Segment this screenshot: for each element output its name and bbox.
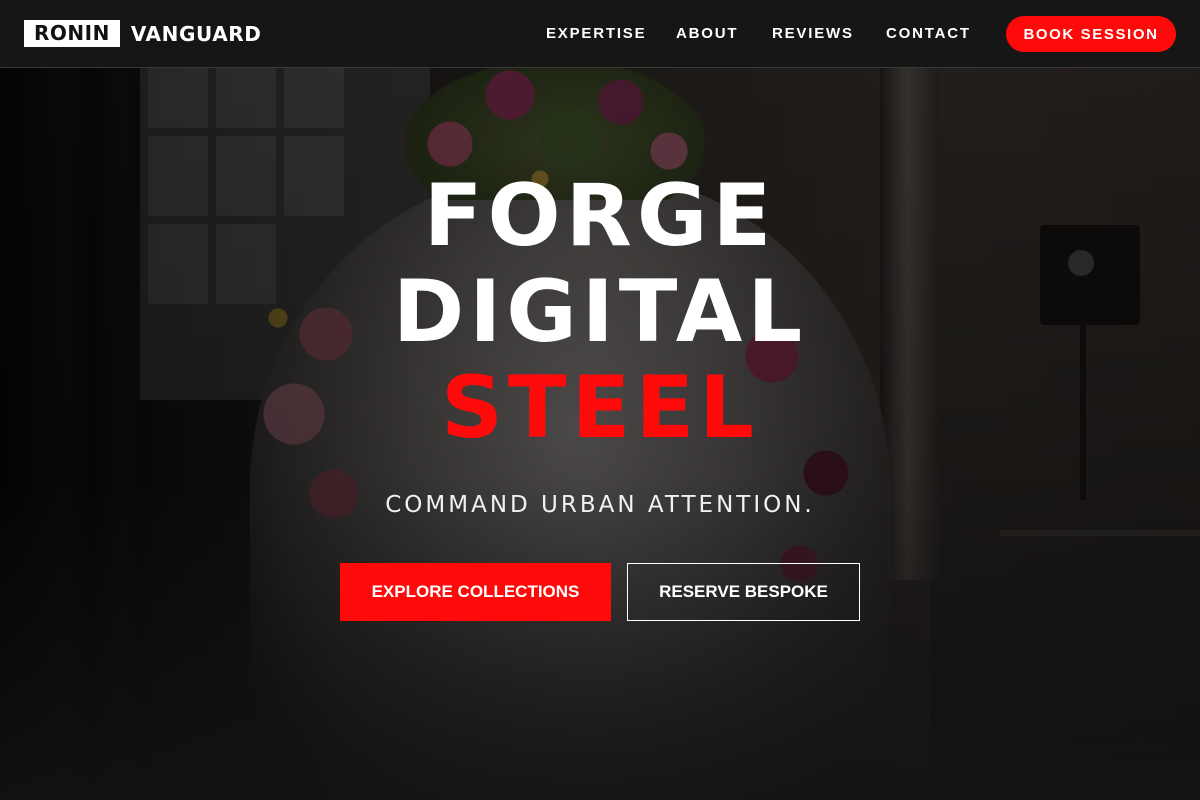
hero-headline: FORGE DIGITAL STEEL	[0, 168, 1200, 456]
site-header: RONIN VANGUARD EXPERTISE ABOUT REVIEWS C…	[0, 0, 1200, 68]
hero-tagline: COMMAND URBAN ATTENTION.	[385, 492, 815, 518]
nav-link-reviews[interactable]: REVIEWS	[772, 25, 854, 43]
headline-line-2: DIGITAL	[392, 262, 808, 362]
reserve-bespoke-button[interactable]: RESERVE BESPOKE	[627, 563, 860, 621]
logo-word-text: VANGUARD	[130, 21, 262, 46]
explore-collections-button[interactable]: EXPLORE COLLECTIONS	[340, 563, 611, 621]
headline-line-3-accent: STEEL	[441, 358, 759, 458]
nav-link-expertise[interactable]: EXPERTISE	[546, 25, 646, 43]
book-session-button[interactable]: BOOK SESSION	[1006, 16, 1176, 52]
logo-box-text: RONIN	[24, 20, 120, 47]
brand-logo[interactable]: RONIN VANGUARD	[24, 20, 262, 47]
nav-link-about[interactable]: ABOUT	[676, 25, 738, 43]
headline-line-1: FORGE	[423, 166, 777, 266]
nav-link-contact[interactable]: CONTACT	[886, 25, 971, 43]
